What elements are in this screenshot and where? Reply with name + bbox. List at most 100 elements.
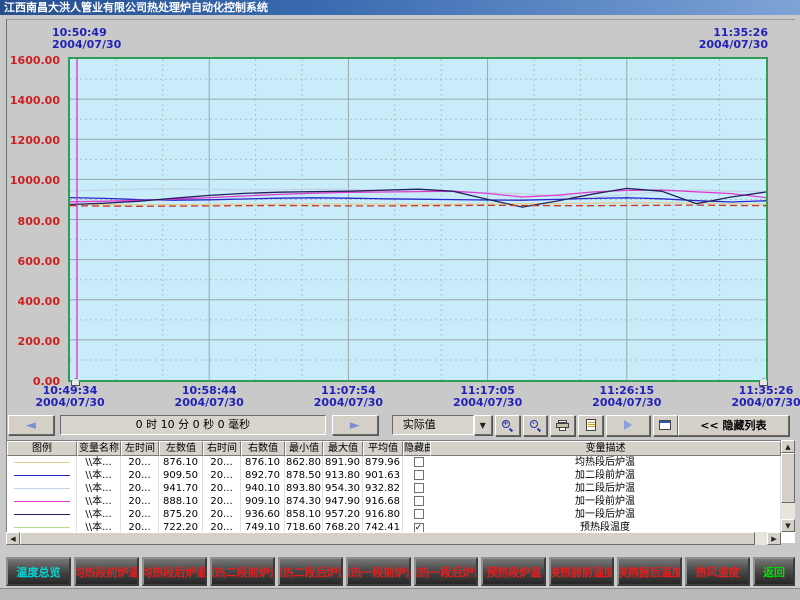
value-cell: 916.80	[363, 508, 403, 521]
hide-curve-cell[interactable]	[403, 482, 430, 495]
legend-cell	[7, 469, 77, 482]
vertical-scrollbar[interactable]: ▲ ▼	[781, 440, 795, 532]
horizontal-scrollbar[interactable]: ◀ ▶	[6, 532, 781, 545]
x-tick-label: 11:26:152004/07/30	[592, 385, 661, 409]
nav-button-7[interactable]: 加热一段后炉温	[414, 557, 479, 586]
scroll-down-button[interactable]: ▼	[781, 519, 795, 532]
x-tick-label: 10:58:442004/07/30	[175, 385, 244, 409]
hide-curve-cell[interactable]	[403, 456, 430, 469]
table-row[interactable]: \\本...20...875.2020...936.60858.10957.20…	[7, 508, 430, 521]
column-header[interactable]: 图例	[7, 441, 77, 456]
column-header[interactable]: 隐藏曲线	[403, 441, 430, 456]
column-header[interactable]: 最大值	[323, 441, 363, 456]
hide-curve-checkbox[interactable]	[414, 483, 424, 493]
x-tick-label: 11:07:542004/07/30	[314, 385, 383, 409]
trend-chart-plot[interactable]	[68, 57, 768, 382]
value-cell: 876.10	[241, 456, 285, 469]
value-cell: 20...	[203, 469, 241, 482]
hscroll-thumb[interactable]	[20, 532, 755, 545]
zoom-in-button[interactable]: +	[495, 415, 520, 436]
time-span-field[interactable]: 0 时 10 分 0 秒 0 毫秒	[60, 415, 326, 435]
nav-button-4[interactable]: 加热二段前炉温	[210, 557, 275, 586]
legend-line	[14, 475, 70, 476]
scroll-right-button[interactable]: ▶	[767, 532, 781, 545]
column-header[interactable]: 最小值	[285, 441, 323, 456]
hide-curve-checkbox[interactable]	[414, 470, 424, 480]
nav-button-2[interactable]: 均热段前炉温	[74, 557, 139, 586]
value-mode-select[interactable]: 实际值 ▼	[392, 415, 492, 435]
value-cell: 888.10	[159, 495, 203, 508]
hide-curve-cell[interactable]	[403, 469, 430, 482]
play-icon	[624, 420, 632, 430]
description-header[interactable]: 变量描述	[430, 441, 781, 456]
legend-line	[14, 514, 70, 515]
value-cell: 20...	[203, 521, 241, 532]
table-row[interactable]: \\本...20...941.7020...940.10893.80954.30…	[7, 482, 430, 495]
hide-curve-checkbox[interactable]: ✓	[414, 523, 424, 532]
variable-description: 加一段后炉温	[430, 508, 781, 521]
value-cell: 957.20	[323, 508, 363, 521]
table-row[interactable]: \\本...20...722.2020...749.10718.60768.20…	[7, 521, 430, 532]
dropdown-button[interactable]: ▼	[474, 415, 492, 435]
x-axis-labels: 10:49:342004/07/3010:58:442004/07/3011:0…	[68, 385, 768, 411]
hide-curve-checkbox[interactable]	[414, 457, 424, 467]
hide-curve-cell[interactable]	[403, 495, 430, 508]
column-header[interactable]: 平均值	[363, 441, 403, 456]
y-tick-label: 1600.00	[10, 54, 60, 67]
y-tick-label: 600.00	[18, 255, 60, 268]
hide-curve-cell[interactable]: ✓	[403, 521, 430, 532]
nav-button-12[interactable]: 返回	[753, 557, 795, 586]
trend-curve	[70, 203, 766, 205]
column-header[interactable]: 右数值	[241, 441, 285, 456]
chart-window-button[interactable]	[653, 415, 678, 436]
hide-curve-checkbox[interactable]	[414, 509, 424, 519]
nav-button-1[interactable]: 温度总览	[6, 557, 71, 586]
legend-line	[14, 527, 70, 528]
hide-list-button[interactable]: << 隐藏列表	[678, 415, 789, 436]
column-header[interactable]: 右时间	[203, 441, 241, 456]
report-button[interactable]	[578, 415, 603, 436]
column-header[interactable]: 变量名称	[77, 441, 121, 456]
nav-button-8[interactable]: 预热段炉温	[481, 557, 546, 586]
end-timestamp: 11:35:26 2004/07/30	[699, 27, 768, 51]
value-cell: 20...	[121, 469, 159, 482]
print-button[interactable]	[550, 415, 575, 436]
variable-description: 加二段后炉温	[430, 482, 781, 495]
table-row[interactable]: \\本...20...909.5020...892.70878.50913.80…	[7, 469, 430, 482]
scroll-forward-button[interactable]: ►	[332, 415, 378, 435]
value-cell: 879.96	[363, 456, 403, 469]
nav-button-3[interactable]: 均热段后炉温	[142, 557, 207, 586]
value-cell: 936.60	[241, 508, 285, 521]
table-row[interactable]: \\本...20...888.1020...909.10874.30947.90…	[7, 495, 430, 508]
column-header[interactable]: 左数值	[159, 441, 203, 456]
value-cell: 20...	[121, 482, 159, 495]
variable-description: 加一段前炉温	[430, 495, 781, 508]
legend-line	[14, 488, 70, 489]
scroll-left-button[interactable]: ◀	[6, 532, 20, 545]
hide-curve-checkbox[interactable]	[414, 496, 424, 506]
value-cell: 20...	[121, 495, 159, 508]
nav-button-9[interactable]: 换热器前温度	[549, 557, 614, 586]
y-tick-label: 1000.00	[10, 174, 60, 187]
variable-table: 图例变量名称左时间左数值右时间右数值最小值最大值平均值隐藏曲线\\本...20.…	[6, 440, 795, 543]
column-header[interactable]: 左时间	[121, 441, 159, 456]
scroll-back-button[interactable]: ◄	[8, 415, 54, 435]
nav-button-10[interactable]: 换热器后温度	[617, 557, 682, 586]
zoom-in-icon: +	[502, 420, 513, 431]
variable-grid: 图例变量名称左时间左数值右时间右数值最小值最大值平均值隐藏曲线\\本...20.…	[6, 440, 430, 532]
scroll-up-button[interactable]: ▲	[781, 440, 795, 453]
nav-button-5[interactable]: 加热二段后炉温	[278, 557, 343, 586]
page-icon	[586, 419, 596, 431]
y-tick-label: 400.00	[18, 295, 60, 308]
table-row[interactable]: \\本...20...876.1020...876.10862.80891.90…	[7, 456, 430, 469]
hide-curve-cell[interactable]	[403, 508, 430, 521]
zoom-out-button[interactable]: -	[523, 415, 548, 436]
vscroll-thumb[interactable]	[781, 453, 795, 503]
nav-button-6[interactable]: 加热一段前炉温	[346, 557, 411, 586]
play-button[interactable]	[606, 415, 650, 436]
x-tick-label: 11:35:262004/07/30	[731, 385, 800, 409]
value-cell: 20...	[121, 521, 159, 532]
value-cell: 893.80	[285, 482, 323, 495]
nav-button-11[interactable]: 热风温度	[685, 557, 750, 586]
legend-cell	[7, 508, 77, 521]
